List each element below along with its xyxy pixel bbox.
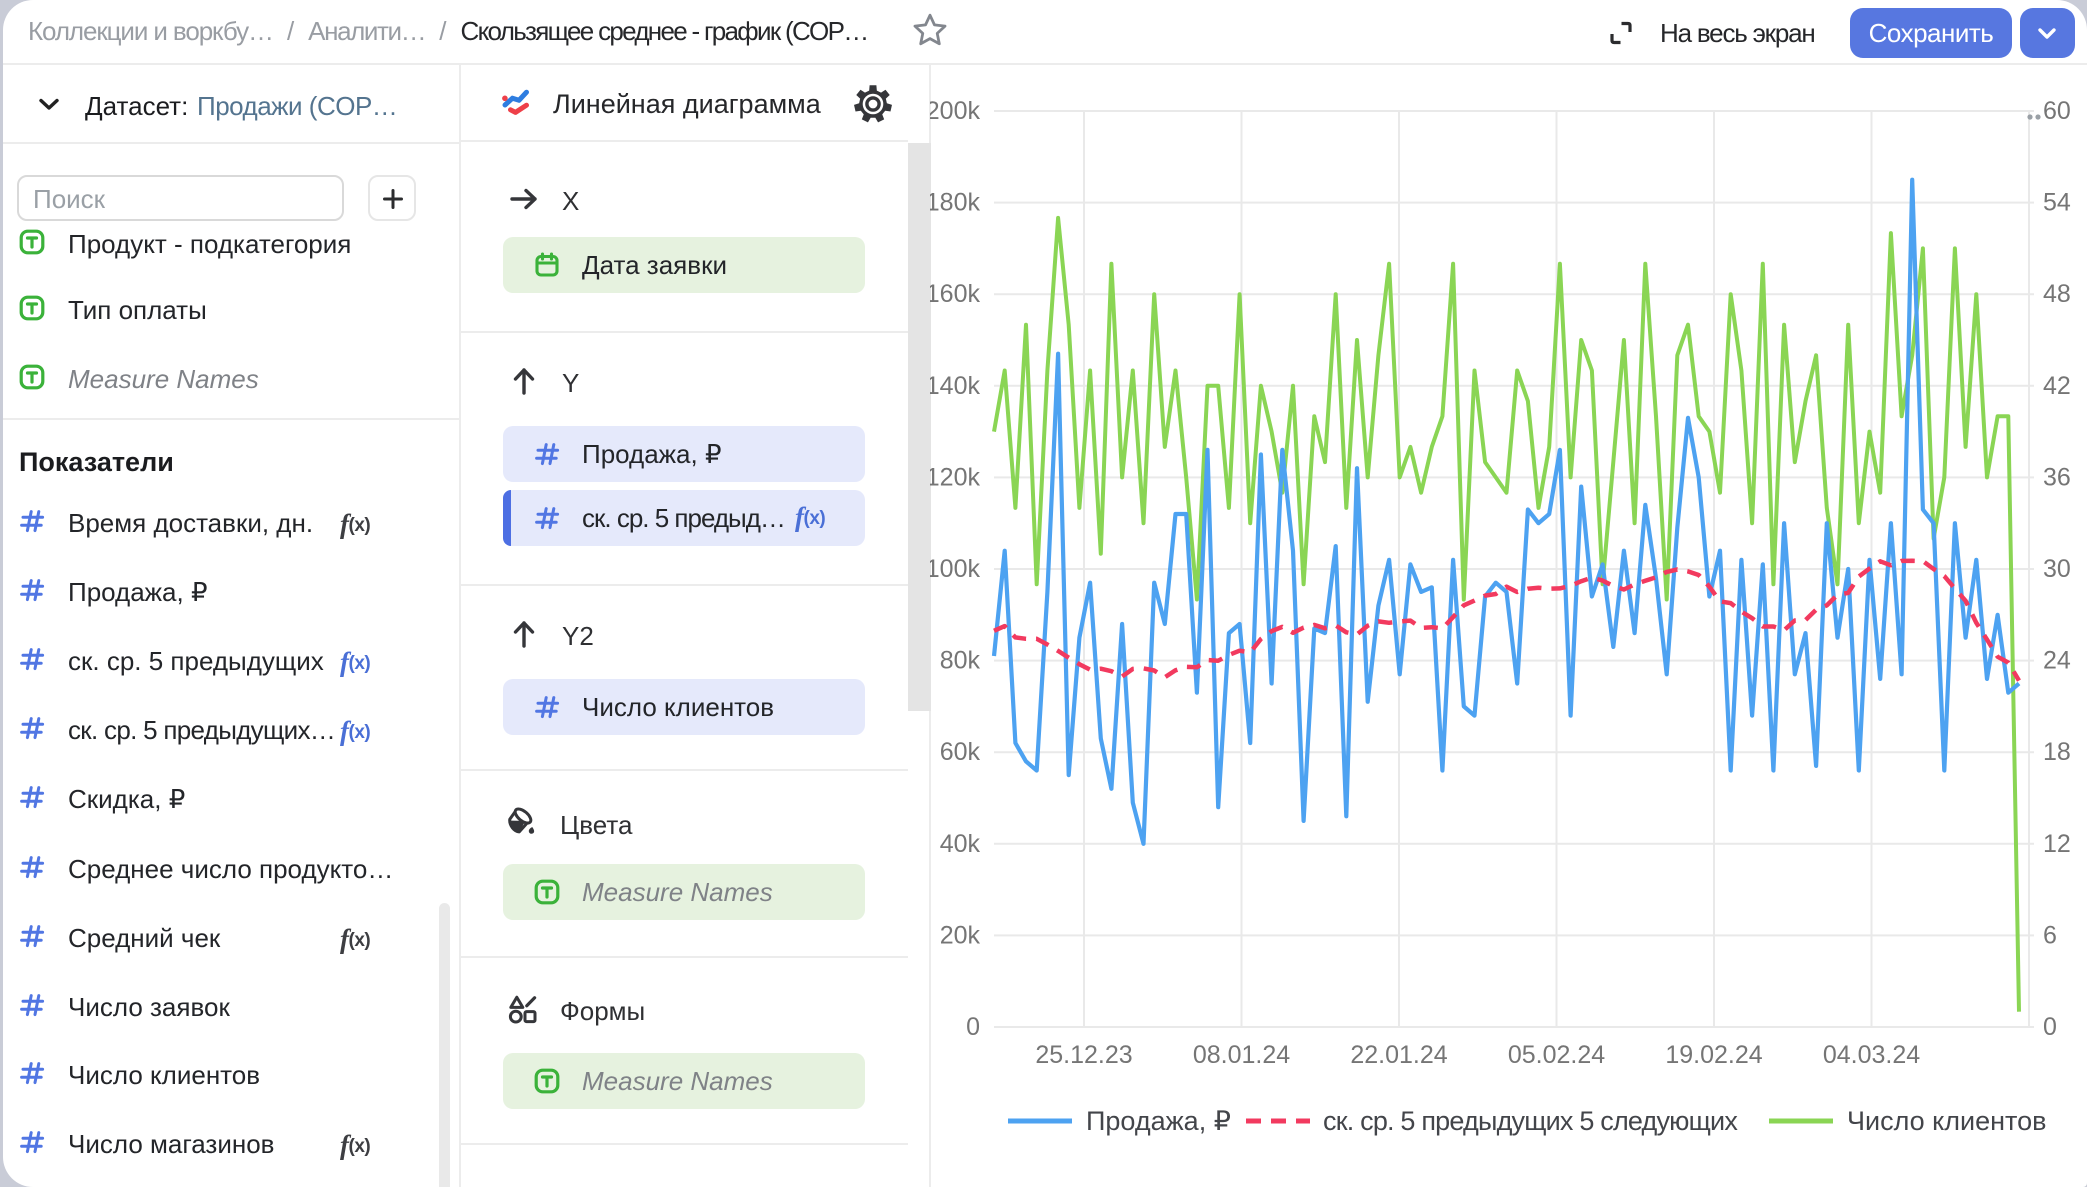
svg-text:25.12.23: 25.12.23 [1035, 1041, 1132, 1069]
svg-text:22.01.24: 22.01.24 [1350, 1041, 1447, 1069]
svg-text:0: 0 [2043, 1013, 2057, 1041]
svg-text:19.02.24: 19.02.24 [1665, 1041, 1762, 1069]
svg-text:100k: 100k [930, 555, 980, 583]
svg-text:6: 6 [2043, 921, 2057, 949]
svg-text:42: 42 [2043, 372, 2071, 400]
svg-text:12: 12 [2043, 830, 2071, 858]
svg-text:180k: 180k [930, 189, 980, 217]
svg-text:54: 54 [2043, 189, 2071, 217]
svg-text:Число клиентов: Число клиентов [1847, 1106, 2046, 1136]
svg-text:24: 24 [2043, 647, 2071, 675]
svg-text:04.03.24: 04.03.24 [1823, 1041, 1920, 1069]
svg-text:60: 60 [2043, 97, 2071, 125]
svg-text:08.01.24: 08.01.24 [1193, 1041, 1290, 1069]
svg-text:120k: 120k [930, 463, 980, 491]
svg-text:0: 0 [966, 1013, 980, 1041]
svg-text:140k: 140k [930, 372, 980, 400]
svg-text:48: 48 [2043, 280, 2071, 308]
svg-text:20k: 20k [940, 921, 981, 949]
svg-text:18: 18 [2043, 738, 2071, 766]
svg-text:05.02.24: 05.02.24 [1508, 1041, 1605, 1069]
svg-text:60k: 60k [940, 738, 981, 766]
svg-text:36: 36 [2043, 463, 2071, 491]
svg-text:30: 30 [2043, 555, 2071, 583]
svg-text:40k: 40k [940, 830, 981, 858]
svg-text:ск. ср. 5 предыдущих 5 следующ: ск. ср. 5 предыдущих 5 следующих [1323, 1106, 1738, 1136]
svg-text:Продажа, ₽: Продажа, ₽ [1086, 1106, 1231, 1136]
svg-text:200k: 200k [930, 97, 980, 125]
svg-text:80k: 80k [940, 647, 981, 675]
svg-text:160k: 160k [930, 280, 980, 308]
